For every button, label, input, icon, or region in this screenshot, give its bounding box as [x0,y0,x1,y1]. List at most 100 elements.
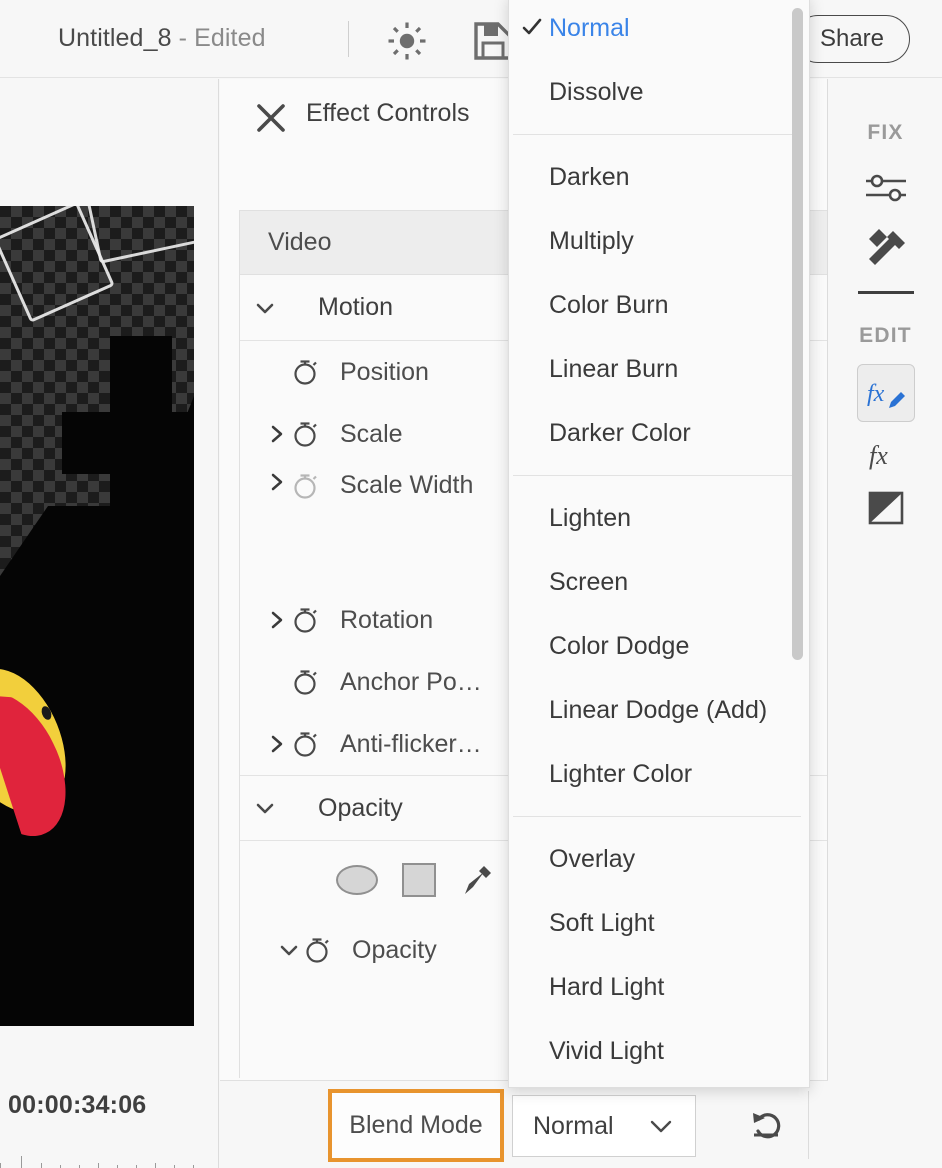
right-toolbar: FIX EDIT fx [829,79,942,1168]
property-label: Anchor Po… [340,668,482,697]
brightness-icon[interactable] [386,20,428,62]
property-label: Anti-flicker… [340,730,482,759]
menu-item-label: Dissolve [549,78,643,107]
group-label: Opacity [318,794,403,823]
menu-item-lighten[interactable]: Lighten [509,486,809,550]
preview-cross-shape [62,336,194,576]
menu-item-label: Hard Light [549,973,664,1002]
menu-item-darker-color[interactable]: Darker Color [509,401,809,465]
document-title: Untitled_8 [58,24,172,52]
menu-item-label: Color Dodge [549,632,689,661]
menu-item-normal[interactable]: Normal [509,0,809,60]
menu-item-label: Soft Light [549,909,655,938]
property-label: Scale Width [340,471,473,500]
chevron-right-icon[interactable] [264,471,290,493]
menu-item-label: Overlay [549,845,635,874]
video-preview[interactable] [0,206,194,1026]
fx-pencil-icon[interactable]: fx [829,364,942,422]
menu-item-lighter-color[interactable]: Lighter Color [509,742,809,806]
menu-item-darken[interactable]: Darken [509,145,809,209]
menu-item-screen[interactable]: Screen [509,550,809,614]
chevron-down-icon[interactable] [252,296,278,320]
fx-icon[interactable]: fx [829,436,942,474]
tools-hammer-pencil-icon[interactable] [829,225,942,269]
toolbar-divider [348,21,349,57]
menu-item-multiply[interactable]: Multiply [509,209,809,273]
svg-text:fx: fx [867,381,885,407]
stopwatch-icon[interactable] [290,419,320,449]
rectangle-mask-icon[interactable] [402,863,436,897]
stopwatch-icon[interactable] [290,729,320,759]
menu-scrollbar-track[interactable] [793,0,807,1086]
menu-item-label: Darken [549,163,630,192]
pen-mask-icon[interactable] [460,863,494,897]
menu-item-label: Lighten [549,504,631,533]
gradient-square-icon[interactable] [829,488,942,528]
reset-icon[interactable] [745,1103,789,1147]
menu-item-linear-dodge-add[interactable]: Linear Dodge (Add) [509,678,809,742]
chevron-down-icon [649,1118,673,1141]
stopwatch-icon[interactable] [290,471,320,501]
menu-item-label: Linear Burn [549,355,678,384]
share-label: Share [820,25,884,53]
stopwatch-icon[interactable] [290,667,320,697]
menu-item-color-dodge[interactable]: Color Dodge [509,614,809,678]
effect-controls-title: Effect Controls [306,99,470,128]
menu-item-vivid-light[interactable]: Vivid Light [509,1019,809,1083]
blend-mode-label: Blend Mode [349,1111,482,1140]
menu-item-label: Darker Color [549,419,691,448]
menu-item-linear-burn[interactable]: Linear Burn [509,337,809,401]
page-title: Untitled_8 - Edited [58,24,266,53]
group-label: Motion [318,293,393,322]
property-label: Opacity [352,936,437,965]
property-label: Position [340,358,429,387]
menu-item-soft-light[interactable]: Soft Light [509,891,809,955]
menu-item-label: Color Burn [549,291,669,320]
menu-separator [513,134,801,135]
menu-item-linear-light[interactable]: Linear Light [509,1083,809,1088]
chevron-down-icon[interactable] [252,796,278,820]
menu-item-hard-light[interactable]: Hard Light [509,955,809,1019]
menu-item-label: Lighter Color [549,760,692,789]
rail-section-fix-label: FIX [829,121,942,145]
stopwatch-icon[interactable] [302,935,332,965]
close-icon[interactable] [256,103,286,133]
blend-mode-label-highlight: Blend Mode [328,1089,504,1162]
stopwatch-icon[interactable] [290,357,320,387]
edited-status: - Edited [179,24,266,52]
menu-item-color-burn[interactable]: Color Burn [509,273,809,337]
menu-scrollbar-thumb[interactable] [792,8,803,660]
menu-separator [513,475,801,476]
adjustments-sliders-icon[interactable] [829,169,942,209]
blend-mode-bar: Blend Mode Normal [220,1080,828,1168]
blend-mode-menu[interactable]: Normal Dissolve Darken Multiply Color Bu… [508,0,810,1088]
timeline-ruler [0,1155,200,1168]
rail-divider [858,291,914,294]
bottom-bar-divider [808,1091,809,1159]
chevron-right-icon[interactable] [264,609,290,631]
chevron-down-icon[interactable] [276,938,302,962]
menu-item-label: Multiply [549,227,634,256]
share-button[interactable]: Share [794,15,910,63]
blend-mode-dropdown[interactable]: Normal [512,1095,696,1157]
menu-item-label: Normal [549,14,630,43]
property-label: Rotation [340,606,433,635]
timecode-display: 00:00:34:06 [8,1091,146,1120]
property-label: Scale [340,420,403,449]
menu-item-dissolve[interactable]: Dissolve [509,60,809,124]
section-header-label: Video [268,228,332,257]
chevron-right-icon[interactable] [264,423,290,445]
stopwatch-icon[interactable] [290,605,320,635]
menu-item-label: Linear Dodge (Add) [549,696,767,725]
ellipse-mask-icon[interactable] [336,865,378,895]
save-disk-icon[interactable] [474,21,512,61]
chevron-right-icon[interactable] [264,733,290,755]
menu-item-label: Vivid Light [549,1037,664,1066]
blend-mode-value: Normal [533,1112,614,1141]
check-icon [521,16,543,38]
svg-text:fx: fx [869,441,888,470]
menu-separator [513,816,801,817]
preview-panel: 00:00:34:06 Render [0,79,219,1168]
menu-item-overlay[interactable]: Overlay [509,827,809,891]
rail-section-edit-label: EDIT [829,324,942,348]
